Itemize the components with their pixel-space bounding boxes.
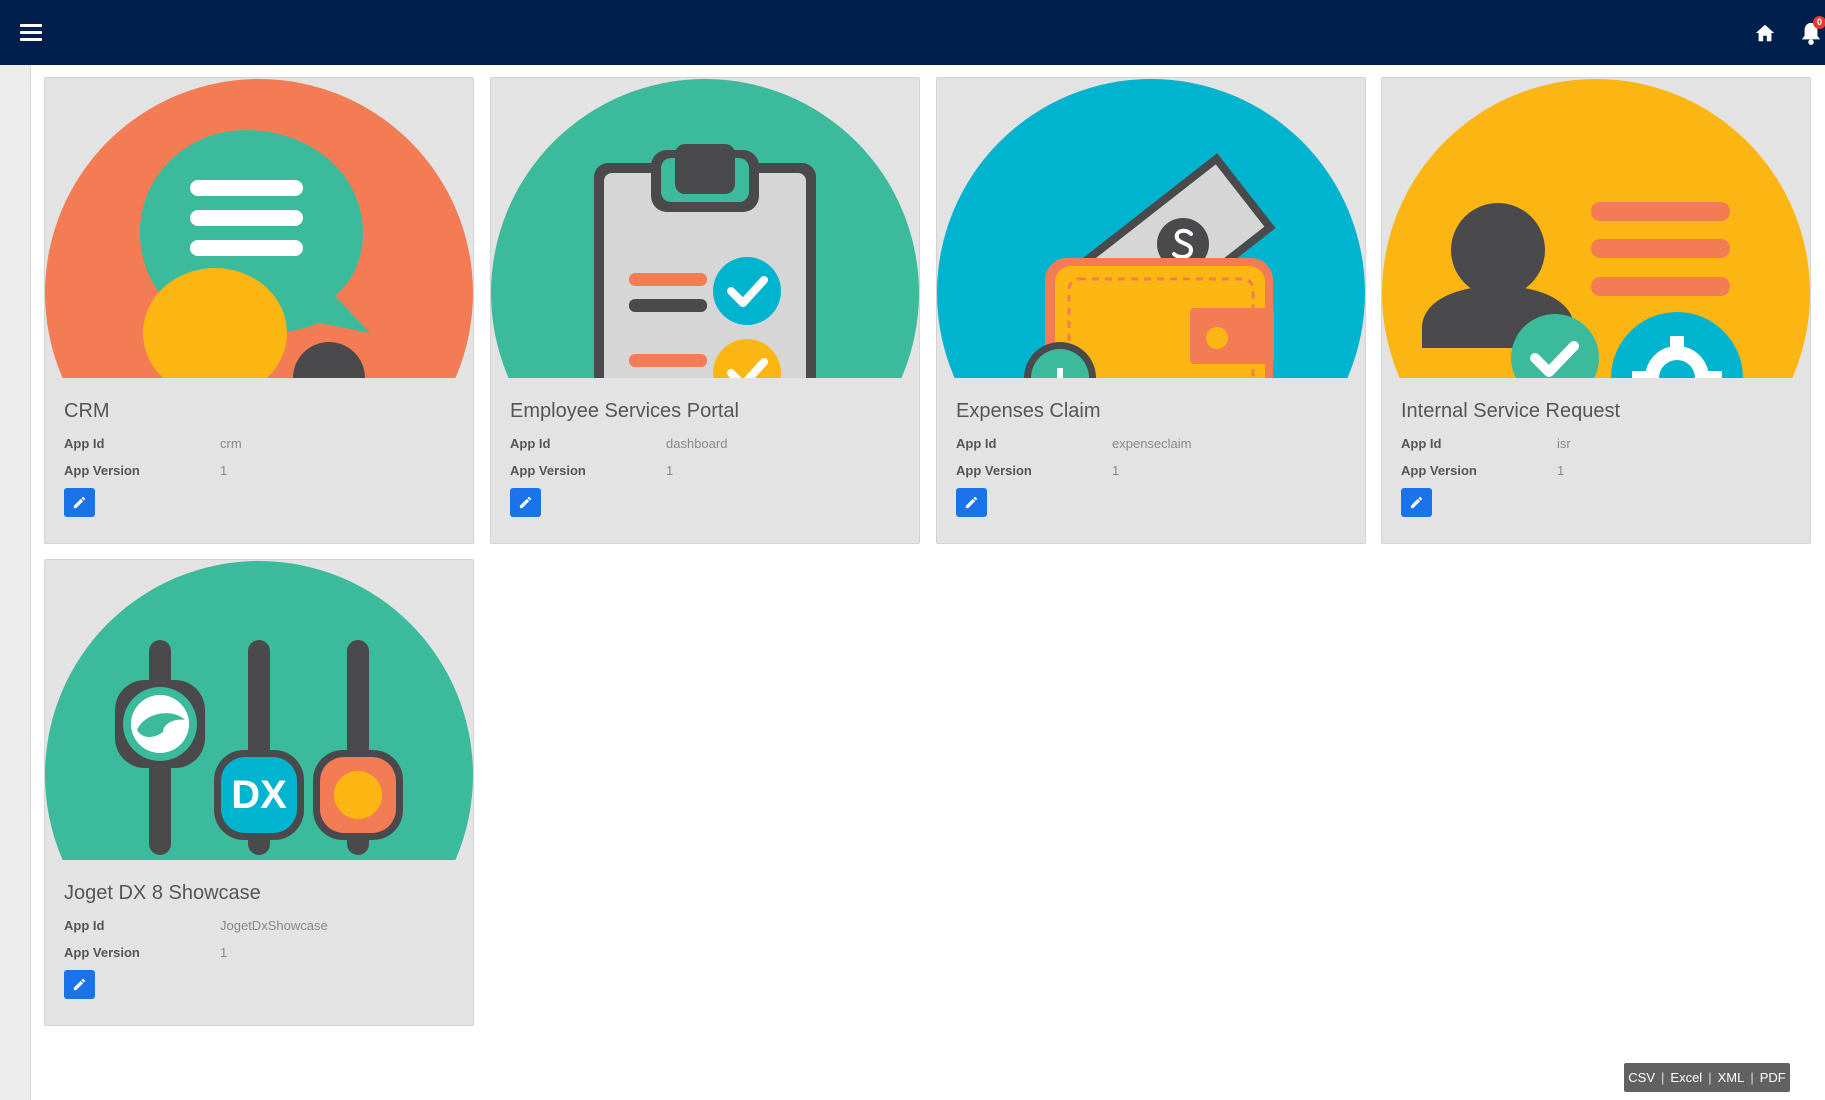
edit-button[interactable] <box>64 488 95 517</box>
app-version-value: 1 <box>1112 463 1120 478</box>
app-card-crm[interactable]: CRM App Id crm App Version 1 <box>44 77 474 544</box>
app-id-label: App Id <box>64 918 105 933</box>
app-title: Employee Services Portal <box>510 400 739 422</box>
pencil-icon <box>73 978 86 991</box>
employee-services-illustration <box>491 78 919 378</box>
app-id-label: App Id <box>1401 436 1442 451</box>
export-options: CSV | Excel | XML | PDF <box>1624 1063 1790 1092</box>
export-separator: | <box>1661 1070 1665 1085</box>
pencil-icon <box>519 496 532 509</box>
app-version-value: 1 <box>220 463 228 478</box>
sidebar-collapsed <box>0 65 31 1100</box>
app-card-expenses-claim[interactable]: Expenses Claim App Id expenseclaim App V… <box>936 77 1366 544</box>
menu-icon[interactable] <box>20 24 42 42</box>
app-version-label: App Version <box>510 463 586 478</box>
app-id-label: App Id <box>956 436 997 451</box>
app-id-value: dashboard <box>666 436 728 451</box>
app-id-label: App Id <box>64 436 105 451</box>
pencil-icon <box>965 496 978 509</box>
internal-service-request-illustration <box>1382 78 1810 378</box>
app-card-internal-service-request[interactable]: Internal Service Request App Id isr App … <box>1381 77 1811 544</box>
app-id-value: crm <box>220 436 242 451</box>
edit-button[interactable] <box>64 970 95 999</box>
app-id-label: App Id <box>510 436 551 451</box>
expenses-claim-illustration <box>937 78 1365 378</box>
app-card-joget-dx-8-showcase[interactable]: DX Joget DX 8 Showcase App Id JogetDxSho… <box>44 559 474 1026</box>
notification-badge: 0 <box>1813 16 1825 29</box>
joget-showcase-illustration: DX <box>45 560 473 860</box>
app-version-label: App Version <box>64 463 140 478</box>
pencil-icon <box>1410 496 1423 509</box>
export-separator: | <box>1750 1070 1754 1085</box>
app-title: CRM <box>64 400 110 422</box>
edit-button[interactable] <box>956 488 987 517</box>
home-icon[interactable] <box>1754 22 1776 44</box>
app-card-employee-services-portal[interactable]: Employee Services Portal App Id dashboar… <box>490 77 920 544</box>
top-navbar: 0 <box>0 0 1825 65</box>
app-id-value: expenseclaim <box>1112 436 1192 451</box>
showcase-dx-text: DX <box>231 773 287 817</box>
app-id-value: isr <box>1557 436 1571 451</box>
app-version-value: 1 <box>220 945 228 960</box>
app-version-label: App Version <box>956 463 1032 478</box>
app-title: Internal Service Request <box>1401 400 1621 422</box>
app-version-value: 1 <box>1557 463 1565 478</box>
edit-button[interactable] <box>510 488 541 517</box>
export-pdf-link[interactable]: PDF <box>1760 1070 1786 1085</box>
app-version-label: App Version <box>1401 463 1477 478</box>
app-version-label: App Version <box>64 945 140 960</box>
app-title: Joget DX 8 Showcase <box>64 882 261 904</box>
export-csv-link[interactable]: CSV <box>1628 1070 1655 1085</box>
edit-button[interactable] <box>1401 488 1432 517</box>
pencil-icon <box>73 496 86 509</box>
export-excel-link[interactable]: Excel <box>1670 1070 1702 1085</box>
export-separator: | <box>1708 1070 1712 1085</box>
crm-illustration <box>45 78 473 378</box>
export-xml-link[interactable]: XML <box>1718 1070 1745 1085</box>
app-id-value: JogetDxShowcase <box>220 918 328 933</box>
app-version-value: 1 <box>666 463 674 478</box>
app-title: Expenses Claim <box>956 400 1101 422</box>
